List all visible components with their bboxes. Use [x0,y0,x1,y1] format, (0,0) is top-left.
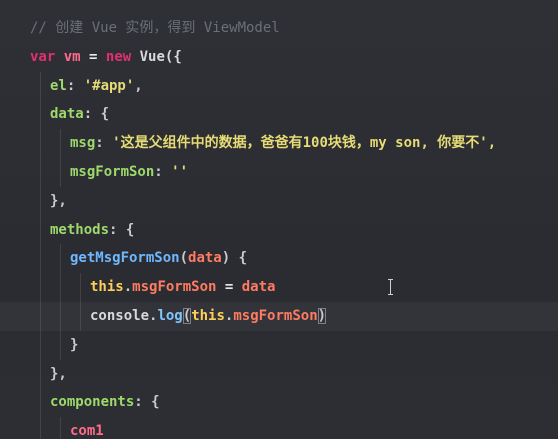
indent-guide [60,301,61,331]
code-token-this: this [90,279,124,296]
code-line[interactable]: msg: '这是父组件中的数据，爸爸有100块钱，my son, 你要不', [0,129,558,158]
code-line[interactable]: getMsgFormSon(data) { [0,244,558,274]
code-token-punct: : [154,163,172,180]
code-line[interactable]: // 创建 Vue 实例，得到 ViewModel [0,14,558,43]
code-token-prop: data [50,106,84,123]
code-line[interactable]: com1 [0,417,558,439]
code-token-string: '这是父组件中的数据，爸爸有100块钱，my son, 你要不', [112,135,497,152]
code-token-prop: el [50,77,67,94]
indent-guide [40,71,41,101]
code-token-plain: console [90,307,150,324]
code-token-this: this [191,307,225,324]
indent-guide [60,273,61,302]
code-token-plain: Vue({ [131,48,182,65]
code-token-punct: ( [182,307,192,324]
indent-guide [40,244,41,274]
code-line[interactable]: this.msgFormSon = data [0,273,558,302]
indent-guide [40,388,41,418]
code-token-punct: : { [109,221,135,238]
code-line[interactable]: console.log(this.msgFormSon) [0,301,558,331]
code-token-op: = [80,48,106,65]
code-token-punct: } [70,336,79,353]
code-token-punct: : { [134,394,160,411]
code-token-punct: ) { [221,250,248,267]
indent-guide [40,157,41,187]
code-token-punct: }, [50,192,67,209]
code-line[interactable]: data: { [0,100,558,130]
code-token-keyword: new [105,48,132,65]
indent-guide [40,301,41,331]
code-line[interactable]: msgFormSon: '' [0,157,558,187]
code-line[interactable]: el: '#app', [0,71,558,101]
code-line[interactable]: methods: { [0,215,558,245]
code-token-fn: getMsgFormSon [70,250,180,267]
indent-guide [60,129,61,158]
text-cursor-icon [386,279,396,297]
code-token-string: '#app' [83,77,135,94]
code-token-comp: com1 [70,423,104,439]
indent-guide [40,186,41,216]
code-line[interactable]: }, [0,359,558,389]
code-line[interactable]: } [0,330,558,360]
code-token-prop: components [50,394,135,411]
indent-guide [40,417,41,439]
indent-guide [40,273,41,302]
indent-guide [40,330,41,360]
indent-guide [40,359,41,389]
indent-guide [80,301,81,331]
code-token-op: = [216,279,242,296]
code-token-punct: : [95,135,113,152]
code-token-keyword: var [30,48,56,65]
code-line[interactable]: var vm = new Vue({ [0,43,558,72]
code-line[interactable]: }, [0,186,558,216]
indent-guide [40,129,41,158]
code-token-prop: msgFormSon [70,163,155,180]
code-area[interactable]: // 创建 Vue 实例，得到 ViewModel var vm = new Vu… [0,14,558,439]
code-token-param: data [241,279,276,296]
indent-guide [60,417,61,439]
code-token-member: msgFormSon [233,307,318,324]
indent-guide [60,244,61,274]
code-token-punct: ( [179,250,189,267]
code-token-punct: : { [83,106,110,123]
code-token-param: data [188,250,222,267]
code-editor[interactable]: // 创建 Vue 实例，得到 ViewModel var vm = new Vu… [0,0,558,439]
code-token-member: msgFormSon [132,279,217,296]
code-token-prop: methods [50,221,110,238]
indent-guide [80,273,81,302]
code-token-punct: }, [50,365,67,382]
code-line[interactable]: components: { [0,388,558,418]
code-token-punct: ) [317,307,327,324]
code-token-punct: . [123,279,133,296]
code-token-var: vm [63,48,81,65]
indent-guide [40,215,41,245]
code-token-punct: , [134,77,143,94]
code-token-string: '' [171,163,189,180]
code-token-comment: // 创建 Vue 实例，得到 ViewModel [30,20,280,36]
indent-guide [40,100,41,130]
code-token-prop: msg [70,135,96,152]
indent-guide [60,157,61,187]
code-token-log: log [157,307,183,324]
indent-guide [60,330,61,360]
code-token-punct: : [66,77,84,94]
